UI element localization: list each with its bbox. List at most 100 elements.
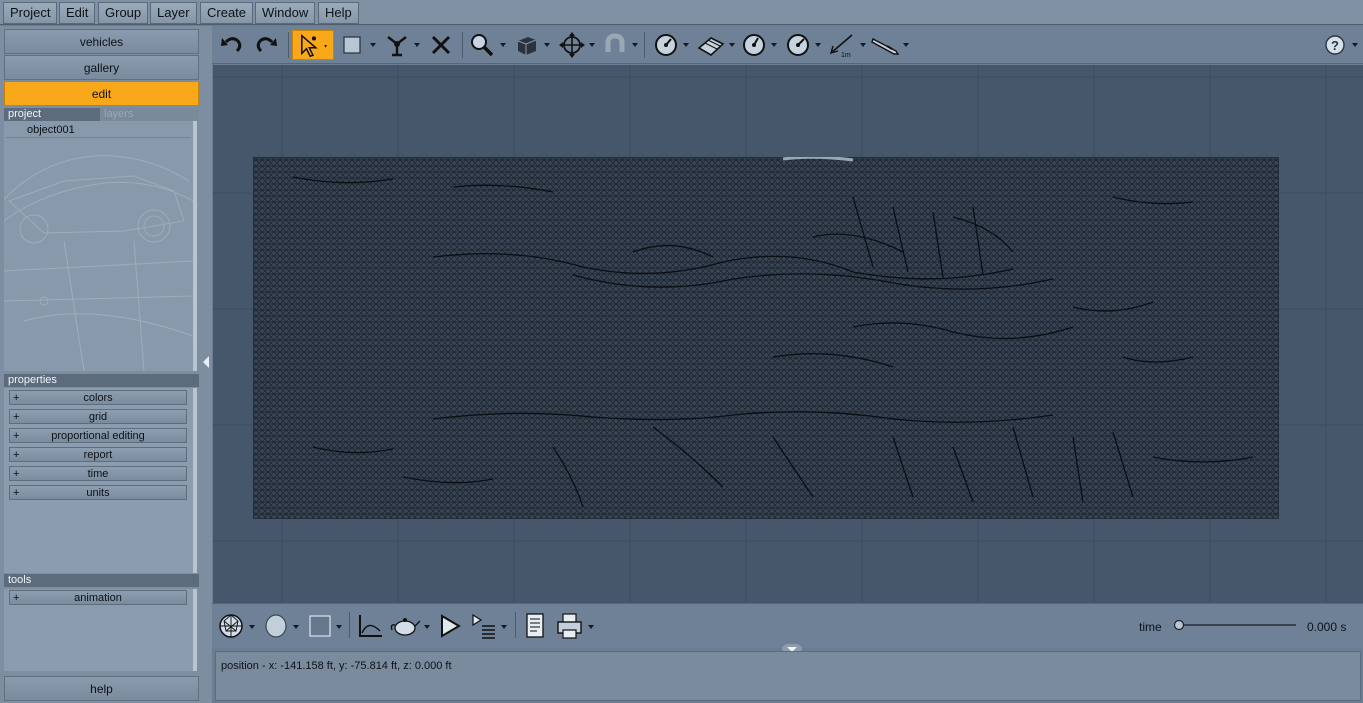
teapot-icon[interactable] — [390, 611, 422, 641]
geodesic-sphere-dropdown-icon[interactable] — [249, 625, 255, 629]
property-grid[interactable]: + grid — [9, 409, 187, 424]
teapot-dropdown-icon[interactable] — [424, 625, 430, 629]
vehicles-button[interactable]: vehicles — [4, 29, 199, 54]
edit-button[interactable]: edit — [4, 81, 199, 106]
sphere-shading-dropdown-icon[interactable] — [293, 625, 299, 629]
redo-icon[interactable] — [252, 30, 280, 60]
dial-icon[interactable] — [740, 30, 768, 60]
project-scrollbar[interactable] — [193, 121, 197, 371]
sphere-shading-icon[interactable] — [262, 611, 290, 641]
menu-layer[interactable]: Layer — [150, 2, 197, 24]
background-dropdown-icon[interactable] — [336, 625, 342, 629]
rectangle-select-dropdown-icon[interactable] — [370, 43, 376, 47]
menu-edit[interactable]: Edit — [59, 2, 96, 24]
property-proportional-editing[interactable]: + proportional editing — [9, 428, 187, 443]
expand-plus-icon: + — [13, 392, 20, 404]
rectangle-select-icon[interactable] — [342, 30, 366, 60]
menu-project[interactable]: Project — [3, 2, 58, 24]
toolbar-separator — [288, 32, 289, 58]
measure-dial-dropdown-icon[interactable] — [683, 43, 689, 47]
3d-viewport[interactable] — [213, 65, 1363, 603]
bottom-toolbar: time 0.000 s — [212, 603, 1363, 655]
deform-tool-icon[interactable] — [384, 30, 410, 60]
dial-dropdown-icon[interactable] — [815, 43, 821, 47]
status-bar: position - x: -141.158 ft, y: -75.814 ft… — [215, 651, 1361, 701]
property-label: colors — [83, 392, 113, 404]
tree-item-object001[interactable]: object001 — [6, 123, 191, 138]
help-dropdown-icon[interactable] — [1352, 43, 1358, 47]
toolbar-separator — [644, 32, 645, 58]
property-label: grid — [88, 411, 108, 423]
properties-header: properties — [4, 374, 199, 387]
expand-plus-icon: + — [13, 449, 20, 461]
surface-dropdown-icon[interactable] — [729, 43, 735, 47]
graph-icon[interactable] — [356, 611, 384, 641]
property-units[interactable]: + units — [9, 485, 187, 500]
properties-scrollbar[interactable] — [193, 388, 197, 573]
gallery-button[interactable]: gallery — [4, 55, 199, 80]
tree-item-label: object001 — [27, 124, 75, 136]
property-colors[interactable]: + colors — [9, 390, 187, 405]
property-time[interactable]: + time — [9, 466, 187, 481]
background-square-icon[interactable] — [308, 611, 332, 641]
select-arrow-icon[interactable] — [292, 30, 334, 60]
measure-dial-icon[interactable] — [652, 30, 680, 60]
document-icon[interactable] — [522, 611, 548, 641]
magnet-dropdown-icon[interactable] — [632, 43, 638, 47]
cube-view-icon[interactable] — [514, 30, 540, 60]
render-queue-icon[interactable] — [470, 611, 498, 641]
tab-layers[interactable]: layers — [100, 108, 199, 121]
time-slider-handle[interactable] — [1174, 619, 1185, 631]
property-report[interactable]: + report — [9, 447, 187, 462]
property-label: units — [86, 487, 110, 499]
ruler-icon[interactable]: 1m — [828, 30, 858, 60]
printer-dropdown-icon[interactable] — [588, 625, 594, 629]
svg-text:?: ? — [1331, 38, 1339, 53]
terrain-mesh[interactable] — [253, 157, 1279, 519]
deform-tool-dropdown-icon[interactable] — [414, 43, 420, 47]
main-toolbar: 1m ? — [212, 26, 1363, 64]
expand-plus-icon: + — [13, 430, 20, 442]
surface-icon[interactable] — [696, 30, 726, 60]
menu-group[interactable]: Group — [98, 2, 149, 24]
magnet-icon[interactable] — [602, 30, 628, 60]
help-button[interactable]: help — [4, 676, 199, 701]
menu-create[interactable]: Create — [200, 2, 254, 24]
knife-icon[interactable] — [870, 30, 902, 60]
render-queue-dropdown-icon[interactable] — [501, 625, 507, 629]
expand-plus-icon: + — [13, 592, 20, 604]
blueprint-background-image — [4, 155, 193, 371]
menu-window[interactable]: Window — [255, 2, 316, 24]
move-gizmo-dropdown-icon[interactable] — [589, 43, 595, 47]
knife-dropdown-icon[interactable] — [903, 43, 909, 47]
tools-scrollbar[interactable] — [193, 589, 197, 671]
zoom-icon[interactable] — [468, 30, 496, 60]
tab-project[interactable]: project — [4, 108, 100, 121]
printer-icon[interactable] — [554, 611, 586, 641]
undo-icon[interactable] — [218, 30, 246, 60]
time-label: time — [1139, 620, 1162, 634]
time-slider[interactable] — [1174, 618, 1298, 632]
tool-animation[interactable]: + animation — [9, 590, 187, 605]
tool-label: animation — [74, 592, 122, 604]
toolbar-separator — [462, 32, 463, 58]
menu-help[interactable]: Help — [318, 2, 359, 24]
delete-icon[interactable] — [428, 30, 454, 60]
collapse-panel-arrow-icon[interactable] — [203, 356, 209, 368]
dial-dropdown-icon[interactable] — [771, 43, 777, 47]
project-tree: object001 — [4, 121, 193, 371]
cube-view-dropdown-icon[interactable] — [544, 43, 550, 47]
move-gizmo-icon[interactable] — [558, 30, 586, 60]
expand-plus-icon: + — [13, 468, 20, 480]
property-label: proportional editing — [51, 430, 145, 442]
property-label: time — [87, 468, 109, 480]
help-icon[interactable]: ? — [1324, 30, 1348, 60]
zoom-dropdown-icon[interactable] — [500, 43, 506, 47]
play-icon[interactable] — [436, 611, 464, 641]
geodesic-sphere-icon[interactable] — [218, 611, 246, 641]
expand-plus-icon: + — [13, 487, 20, 499]
dial-icon[interactable] — [784, 30, 812, 60]
left-panel: vehicles gallery edit project layers obj… — [0, 26, 212, 703]
ruler-dropdown-icon[interactable] — [860, 43, 866, 47]
time-value: 0.000 s — [1307, 620, 1347, 634]
